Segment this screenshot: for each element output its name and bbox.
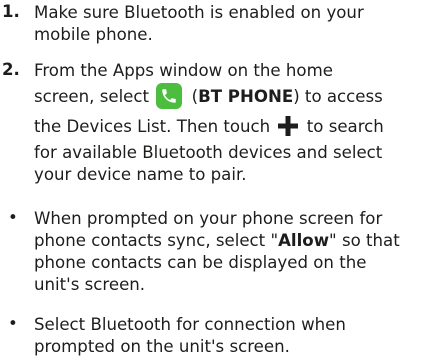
text-line: phone contacts sync, select "Allow" so t… [34,230,444,252]
step-number: 2. [2,60,20,79]
text-line: From the Apps window on the home [34,61,333,80]
text-line: prompted on the unit's screen. [34,337,290,356]
text-line: screen, select (BT PHONE) to access [34,82,444,112]
plus-icon [278,115,299,136]
text-line: Make sure Bluetooth is enabled on your [34,3,364,22]
bullet-marker: • [8,314,18,333]
emphasis-text: Allow [278,231,330,250]
text-span: the Devices List. Then touch [34,117,271,136]
step-text: From the Apps window on the home screen,… [34,60,444,186]
text-span: ) to access [293,87,383,106]
bullet-text: Select Bluetooth for connection when pro… [34,314,444,358]
text-line: phone contacts can be displayed on the [34,253,367,272]
text-line: mobile phone. [34,25,153,44]
text-line: unit's screen. [34,275,146,294]
phone-app-icon [156,82,183,109]
text-line: for available Bluetooth devices and sele… [34,143,383,162]
app-name: BT PHONE [198,87,294,106]
text-line: When prompted on your phone screen for [34,209,383,228]
bullet-text: When prompted on your phone screen for p… [34,208,444,296]
step-number: 1. [2,2,20,21]
text-span: " so that [329,231,400,250]
text-span: screen, select [34,87,150,106]
step-text: Make sure Bluetooth is enabled on your m… [34,2,444,46]
text-span: to search [306,117,384,136]
text-span: phone contacts sync, select " [34,231,279,250]
text-line: Select Bluetooth for connection when [34,315,346,334]
text-line: the Devices List. Then touch to search [34,112,444,142]
bullet-marker: • [8,208,18,227]
text-line: your device name to pair. [34,165,247,184]
